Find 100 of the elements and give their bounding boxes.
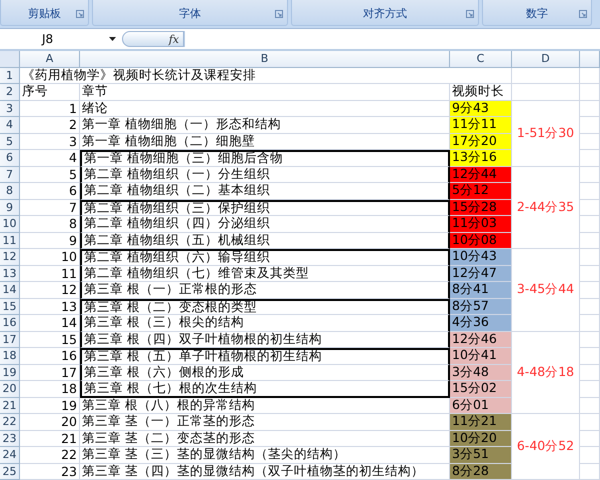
empty-cell[interactable] xyxy=(580,166,600,183)
table-cell: 23 xyxy=(20,464,80,480)
table-cell: 第三章 茎（二）变态茎的形态 xyxy=(80,430,450,447)
row-header[interactable]: 8 xyxy=(0,183,20,200)
row-header[interactable]: 9 xyxy=(0,200,20,216)
table-cell: 11分11 xyxy=(450,117,512,134)
column-header[interactable]: A xyxy=(20,51,80,68)
table-cell: 1-51分30 xyxy=(512,100,580,166)
table-cell: 11分21 xyxy=(450,414,512,430)
empty-cell[interactable] xyxy=(580,298,600,315)
table-cell: 3分51 xyxy=(450,447,512,464)
row-header[interactable]: 3 xyxy=(0,100,20,117)
row-header[interactable]: 12 xyxy=(0,249,20,266)
row-header[interactable]: 11 xyxy=(0,232,20,249)
row-header[interactable]: 10 xyxy=(0,216,20,232)
empty-cell[interactable] xyxy=(580,117,600,134)
empty-cell[interactable] xyxy=(580,183,600,200)
row-header[interactable]: 20 xyxy=(0,381,20,398)
dialog-launcher-icon[interactable] xyxy=(76,10,84,18)
empty-cell[interactable] xyxy=(580,464,600,480)
empty-cell[interactable] xyxy=(580,249,600,266)
table-cell: 第二章 植物组织（一）分生组织 xyxy=(80,166,450,183)
table-cell: 12分46 xyxy=(450,332,512,348)
row-header[interactable]: 24 xyxy=(0,447,20,464)
row-header[interactable]: 16 xyxy=(0,315,20,332)
table-cell: 第三章 根（三）根尖的结构 xyxy=(80,315,450,332)
empty-cell[interactable] xyxy=(580,216,600,232)
column-header[interactable]: D xyxy=(512,51,580,68)
row-header[interactable]: 5 xyxy=(0,134,20,150)
table-cell: 第三章 茎（三）茎的显微结构（茎尖的结构） xyxy=(80,447,450,464)
row-header[interactable]: 15 xyxy=(0,298,20,315)
empty-cell[interactable] xyxy=(580,381,600,398)
empty-cell[interactable] xyxy=(580,332,600,348)
empty-cell[interactable] xyxy=(580,282,600,298)
empty-cell[interactable] xyxy=(580,414,600,430)
row-header[interactable]: 13 xyxy=(0,266,20,282)
table-cell: 8分28 xyxy=(450,464,512,480)
table-cell: 4 xyxy=(20,150,80,166)
table-cell: 10分08 xyxy=(450,232,512,249)
table-cell: 10分20 xyxy=(450,430,512,447)
row-header[interactable]: 19 xyxy=(0,364,20,381)
empty-cell[interactable] xyxy=(580,232,600,249)
function-button[interactable]: fx xyxy=(122,31,184,47)
table-cell: 15分28 xyxy=(450,200,512,216)
column-header[interactable]: C xyxy=(450,51,512,68)
select-all-button[interactable] xyxy=(0,51,20,68)
row-header[interactable]: 23 xyxy=(0,430,20,447)
table-cell: 第三章 茎（一）正常茎的形态 xyxy=(80,414,450,430)
row-header[interactable]: 14 xyxy=(0,282,20,298)
row-header[interactable]: 17 xyxy=(0,332,20,348)
table-cell: 6分01 xyxy=(450,398,512,414)
group-label: 剪贴板 xyxy=(28,6,61,22)
table-cell: 8 xyxy=(20,216,80,232)
column-header[interactable] xyxy=(580,51,600,68)
empty-cell[interactable] xyxy=(580,398,600,414)
table-cell: 20 xyxy=(20,414,80,430)
table-cell: 序号 xyxy=(20,84,80,100)
name-box[interactable]: J8 xyxy=(0,32,122,46)
table-cell: 13 xyxy=(20,298,80,315)
empty-cell[interactable] xyxy=(580,200,600,216)
empty-cell[interactable] xyxy=(580,348,600,364)
table-cell: 12分44 xyxy=(450,166,512,183)
row-header[interactable]: 21 xyxy=(0,398,20,414)
row-header[interactable]: 22 xyxy=(0,414,20,430)
empty-cell[interactable] xyxy=(580,364,600,381)
row-header[interactable]: 18 xyxy=(0,348,20,364)
table-cell: 8分41 xyxy=(450,282,512,298)
dialog-launcher-icon[interactable] xyxy=(466,10,474,18)
table-cell: 6 xyxy=(20,183,80,200)
dialog-launcher-icon[interactable] xyxy=(275,10,283,18)
table-cell: 2-44分35 xyxy=(512,166,580,249)
group-label: 对齐方式 xyxy=(363,6,407,22)
table-cell: 4分36 xyxy=(450,315,512,332)
table-cell: 第三章 根（七）根的次生结构 xyxy=(80,381,450,398)
column-header[interactable]: B xyxy=(80,51,450,68)
table-cell: 绪论 xyxy=(80,100,450,117)
row-header[interactable]: 25 xyxy=(0,464,20,480)
table-cell: 17分20 xyxy=(450,134,512,150)
table-cell: 19 xyxy=(20,398,80,414)
table-cell: 12 xyxy=(20,282,80,298)
row-header[interactable]: 1 xyxy=(0,68,20,84)
table-cell: 10分43 xyxy=(450,249,512,266)
row-header[interactable]: 7 xyxy=(0,166,20,183)
empty-cell[interactable] xyxy=(580,315,600,332)
table-cell: 第二章 植物组织（二）基本组织 xyxy=(80,183,450,200)
table-cell: 1 xyxy=(20,100,80,117)
empty-cell[interactable] xyxy=(580,100,600,117)
empty-cell[interactable] xyxy=(580,430,600,447)
table-cell: 13分16 xyxy=(450,150,512,166)
empty-cell[interactable] xyxy=(580,266,600,282)
empty-cell[interactable] xyxy=(580,447,600,464)
dropdown-caret-icon[interactable] xyxy=(109,37,116,41)
row-header[interactable]: 2 xyxy=(0,84,20,100)
table-cell: 视频时长 xyxy=(450,84,512,100)
row-header[interactable]: 4 xyxy=(0,117,20,134)
dialog-launcher-icon[interactable] xyxy=(579,10,587,18)
row-header[interactable]: 6 xyxy=(0,150,20,166)
table-cell: 9 xyxy=(20,232,80,249)
empty-cell[interactable] xyxy=(580,134,600,150)
empty-cell[interactable] xyxy=(580,150,600,166)
